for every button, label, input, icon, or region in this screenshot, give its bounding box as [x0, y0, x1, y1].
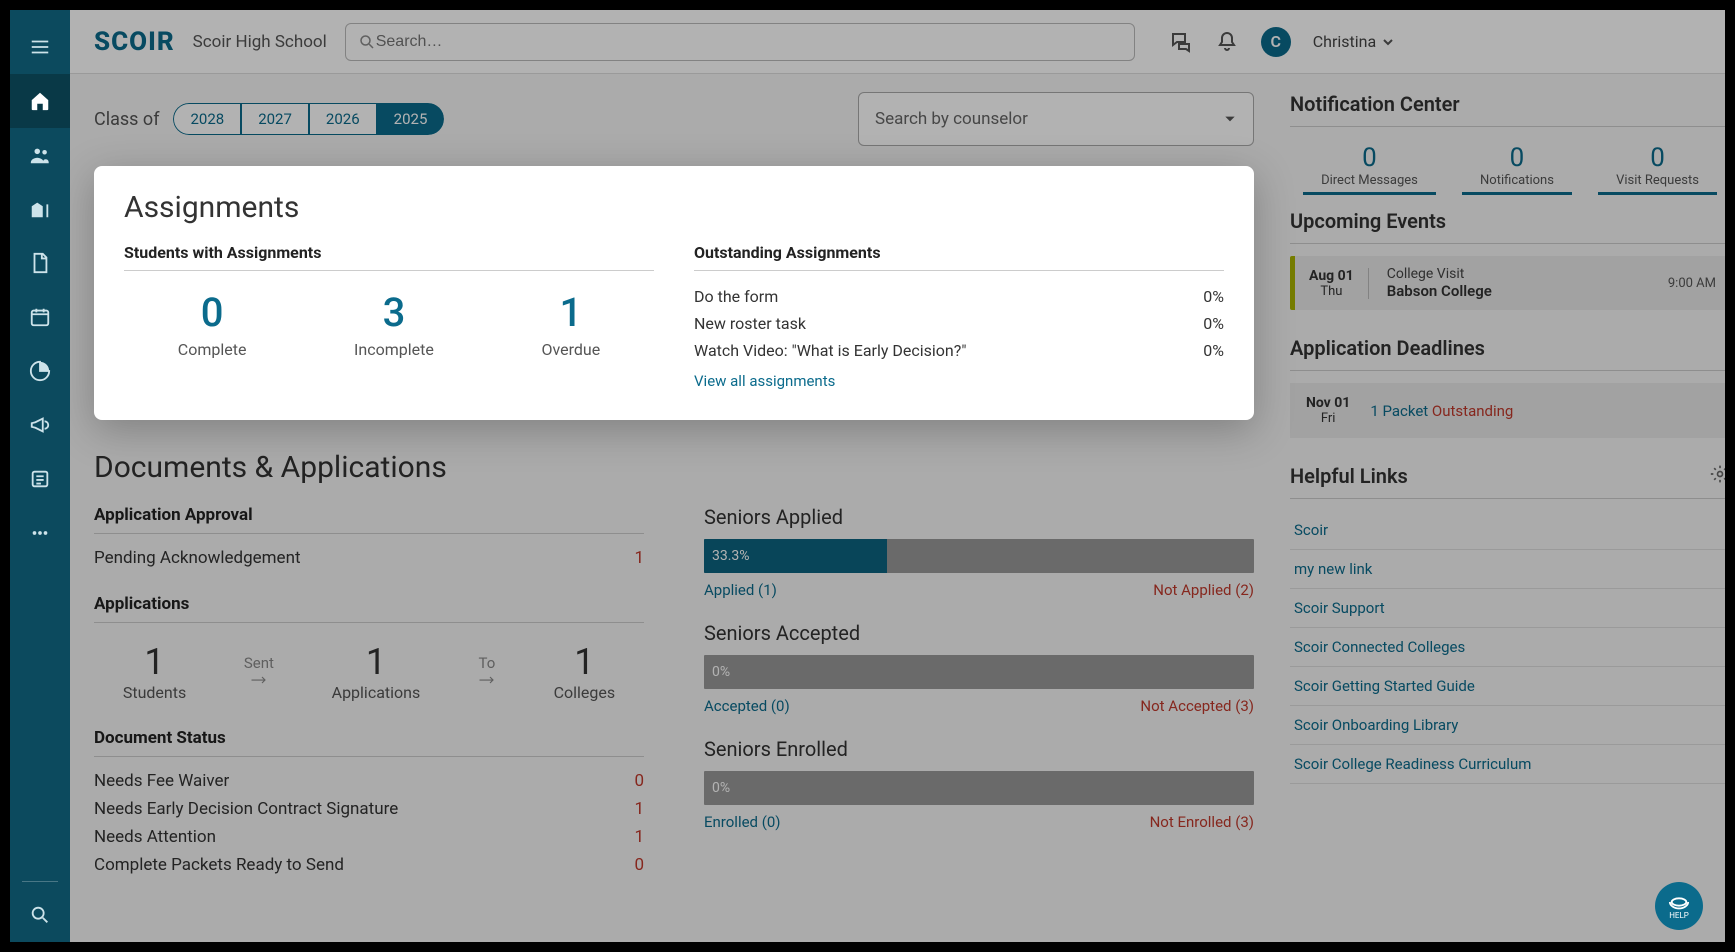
applied-link[interactable]: Applied (1) — [704, 581, 777, 599]
avatar[interactable]: C — [1261, 27, 1291, 57]
seniors-accepted-block: Seniors Accepted 0% Accepted (0) Not Acc… — [704, 621, 1254, 715]
accepted-progress[interactable]: 0% — [704, 655, 1254, 689]
upcoming-events-title: Upcoming Events — [1290, 209, 1725, 244]
year-2026[interactable]: 2026 — [309, 103, 377, 135]
nav-megaphone-icon[interactable] — [10, 398, 70, 452]
user-menu[interactable]: Christina — [1313, 32, 1394, 51]
helpful-link[interactable]: Scoir College Readiness Curriculum — [1290, 745, 1725, 784]
outstanding-header: Outstanding Assignments — [694, 243, 1224, 271]
search-icon — [358, 33, 376, 51]
year-2027[interactable]: 2027 — [241, 103, 309, 135]
pending-ack-row[interactable]: Pending Acknowledgement 1 — [94, 544, 644, 572]
messages-icon[interactable] — [1169, 30, 1193, 54]
enrolled-progress[interactable]: 0% — [704, 771, 1254, 805]
notification-center-title: Notification Center — [1290, 92, 1725, 127]
assignment-row[interactable]: Watch Video: "What is Early Decision?"0% — [694, 337, 1224, 364]
doc-status-header: Document Status — [94, 728, 644, 757]
chevron-down-icon — [1382, 36, 1394, 48]
nav-building-icon[interactable] — [10, 182, 70, 236]
notifications-stat[interactable]: 0 Notifications — [1462, 139, 1572, 195]
stat-colleges: 1 Colleges — [554, 641, 616, 702]
direct-messages-stat[interactable]: 0 Direct Messages — [1303, 139, 1436, 195]
status-row[interactable]: Needs Attention1 — [94, 823, 644, 851]
gear-icon[interactable] — [1710, 464, 1725, 484]
nav-list-icon[interactable] — [10, 452, 70, 506]
application-deadlines-title: Application Deadlines — [1290, 336, 1725, 371]
year-2025[interactable]: 2025 — [377, 103, 445, 135]
to-arrow: To — [478, 654, 496, 690]
applications-header: Applications — [94, 594, 644, 623]
left-nav — [10, 10, 70, 942]
year-2028[interactable]: 2028 — [173, 103, 241, 135]
nav-document-icon[interactable] — [10, 236, 70, 290]
helpful-link[interactable]: Scoir Onboarding Library — [1290, 706, 1725, 745]
top-bar: SCOIR Scoir High School C Christina — [70, 10, 1725, 74]
event-card[interactable]: Aug 01 Thu College Visit Babson College … — [1290, 256, 1725, 310]
status-row[interactable]: Complete Packets Ready to Send0 — [94, 851, 644, 879]
assignment-row[interactable]: New roster task0% — [694, 310, 1224, 337]
approval-header: Application Approval — [94, 505, 644, 534]
sent-arrow: Sent — [244, 654, 274, 690]
counselor-search[interactable]: Search by counselor — [858, 92, 1254, 146]
search-input[interactable] — [376, 33, 1122, 51]
logo[interactable]: SCOIR — [94, 27, 175, 57]
nav-people-icon[interactable] — [10, 128, 70, 182]
dropdown-triangle-icon — [1223, 112, 1237, 126]
year-pills: 2028 2027 2026 2025 — [173, 103, 444, 135]
status-row[interactable]: Needs Early Decision Contract Signature1 — [94, 795, 644, 823]
students-assignments-header: Students with Assignments — [124, 243, 654, 271]
stat-incomplete[interactable]: 3 Incomplete — [354, 289, 434, 359]
stat-students: 1 Students — [123, 641, 186, 702]
assignments-title: Assignments — [124, 190, 1224, 225]
not-accepted-link[interactable]: Not Accepted (3) — [1140, 697, 1254, 715]
nav-chart-icon[interactable] — [10, 344, 70, 398]
deadline-card[interactable]: Nov 01 Fri 1 Packet Outstanding — [1290, 383, 1725, 438]
assignment-row[interactable]: Do the form0% — [694, 283, 1224, 310]
assignments-card: Assignments Students with Assignments 0 … — [94, 166, 1254, 420]
nav-search-icon[interactable] — [10, 888, 70, 942]
helpful-links-title: Helpful Links — [1290, 464, 1725, 499]
global-search[interactable] — [345, 23, 1135, 61]
not-enrolled-link[interactable]: Not Enrolled (3) — [1150, 813, 1254, 831]
helpful-link[interactable]: Scoir Support — [1290, 589, 1725, 628]
help-fab[interactable]: HELP — [1655, 882, 1703, 930]
stat-complete[interactable]: 0 Complete — [178, 289, 247, 359]
nav-home-icon[interactable] — [10, 74, 70, 128]
visit-requests-stat[interactable]: 0 Visit Requests — [1598, 139, 1717, 195]
school-name: Scoir High School — [193, 32, 327, 52]
helpful-link[interactable]: my new link — [1290, 550, 1725, 589]
class-of-label: Class of — [94, 109, 159, 130]
enrolled-link[interactable]: Enrolled (0) — [704, 813, 781, 831]
docs-title: Documents & Applications — [94, 450, 1254, 485]
not-applied-link[interactable]: Not Applied (2) — [1153, 581, 1254, 599]
seniors-enrolled-block: Seniors Enrolled 0% Enrolled (0) Not Enr… — [704, 737, 1254, 831]
status-row[interactable]: Needs Fee Waiver0 — [94, 767, 644, 795]
helpful-link[interactable]: Scoir Connected Colleges — [1290, 628, 1725, 667]
nav-calendar-icon[interactable] — [10, 290, 70, 344]
accepted-link[interactable]: Accepted (0) — [704, 697, 790, 715]
stat-applications: 1 Applications — [332, 641, 421, 702]
hamburger-icon[interactable] — [10, 20, 70, 74]
helpful-link[interactable]: Scoir — [1290, 511, 1725, 550]
seniors-applied-block: Seniors Applied 33.3% Applied (1) Not Ap… — [704, 505, 1254, 599]
nav-more-icon[interactable] — [10, 506, 70, 560]
stat-overdue[interactable]: 1 Overdue — [541, 289, 600, 359]
view-all-assignments-link[interactable]: View all assignments — [694, 372, 835, 390]
bell-icon[interactable] — [1215, 30, 1239, 54]
helpful-link[interactable]: Scoir Getting Started Guide — [1290, 667, 1725, 706]
applied-progress[interactable]: 33.3% — [704, 539, 1254, 573]
